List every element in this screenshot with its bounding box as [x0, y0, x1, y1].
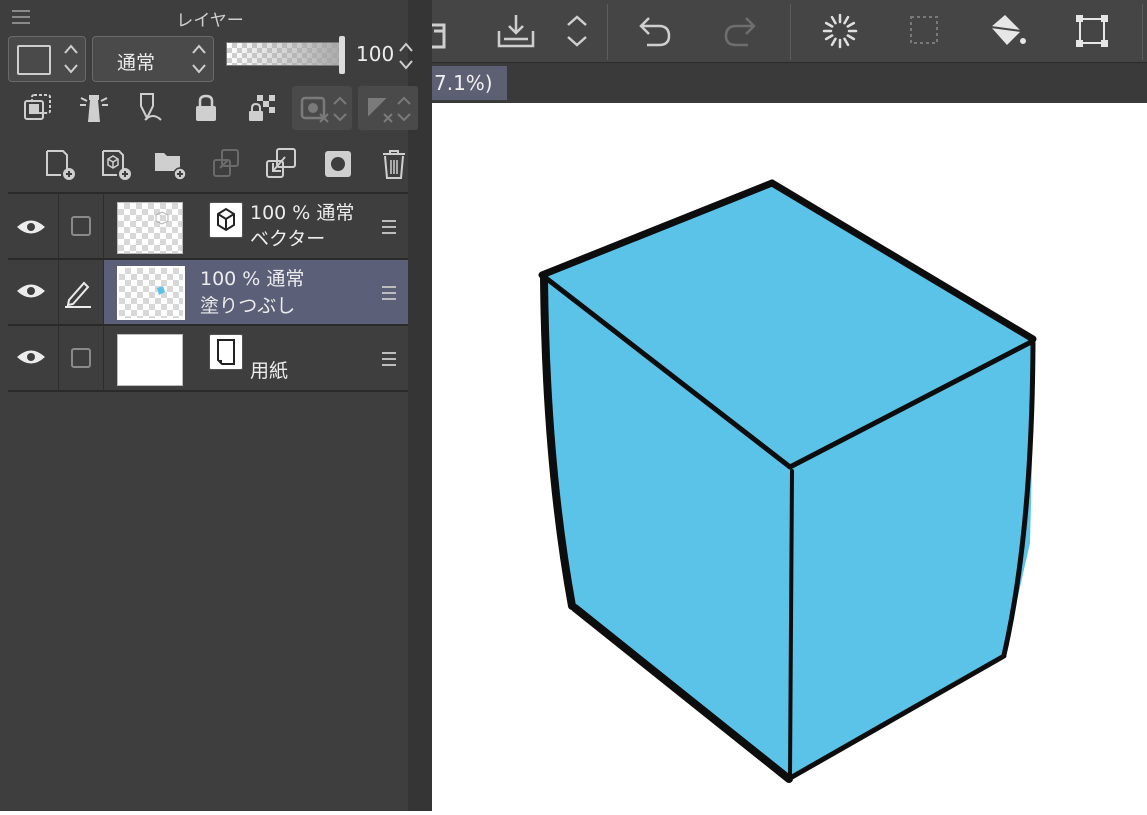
new-folder-icon[interactable] [148, 142, 192, 186]
layer-panel: レイヤー 通常 100 100 % 通常 ベクター 100 % 通常 塗りつぶし… [0, 0, 432, 811]
eye-icon[interactable] [16, 218, 46, 240]
set-as-draft-icon[interactable] [128, 86, 172, 130]
reference-layer-icon[interactable] [72, 86, 116, 130]
layer-row[interactable]: 用紙 [8, 326, 408, 390]
opacity-slider-handle[interactable] [339, 36, 345, 74]
stepper-icon [64, 44, 78, 74]
save-to-device-icon[interactable] [428, 8, 458, 54]
panel-title: レイヤー [176, 11, 244, 31]
loading-icon[interactable] [817, 8, 863, 54]
lock-transparent-pixels-icon[interactable] [240, 86, 284, 130]
layer-thumbnail [117, 202, 183, 254]
opacity-slider[interactable] [226, 42, 344, 66]
ruler-toggle [358, 86, 418, 130]
opacity-stepper-icon[interactable] [398, 41, 414, 71]
layer-name: ベクター [250, 228, 326, 250]
stepper-icon [192, 44, 206, 74]
new-vector-layer-icon[interactable] [94, 142, 138, 186]
redo-icon [717, 8, 763, 54]
canvas-tab[interactable]: 7.1%) [432, 66, 507, 100]
new-raster-layer-icon[interactable] [38, 142, 82, 186]
ruler-icon [367, 96, 411, 123]
export-icon[interactable] [493, 8, 539, 54]
layer-name: 塗りつぶし [200, 295, 296, 317]
merge-with-layer-below-icon[interactable] [260, 142, 304, 186]
eye-icon[interactable] [16, 282, 46, 304]
blend-mode-select[interactable]: 通常 [92, 36, 214, 82]
eye-icon[interactable] [16, 348, 46, 370]
layer-opacity-mode: 100 % 通常 [200, 268, 305, 290]
updown-icon[interactable] [554, 8, 600, 54]
paper-layer-type-icon [209, 334, 243, 370]
layer-color-swatch [17, 45, 51, 75]
layer-color-selector[interactable] [8, 36, 86, 82]
layer-menu-icon[interactable] [382, 286, 396, 300]
layer-menu-icon[interactable] [382, 352, 396, 366]
layer-row[interactable]: 100 % 通常 塗りつぶし [8, 260, 408, 324]
layer-thumbnail [117, 334, 183, 386]
cube-drawing [538, 179, 1037, 783]
create-layer-mask-icon[interactable] [316, 142, 360, 186]
layer-row[interactable]: 100 % 通常 ベクター [8, 194, 408, 258]
selection-icon [902, 8, 948, 54]
panel-header: レイヤー [0, 0, 420, 34]
delete-layer-icon[interactable] [372, 142, 416, 186]
main-toolbar [430, 0, 1147, 63]
vector-layer-type-icon [209, 202, 243, 238]
layer-thumbnail [117, 266, 185, 320]
transfer-to-lower-layer-icon [204, 142, 248, 186]
undo-icon[interactable] [632, 8, 678, 54]
transform-icon[interactable] [1069, 8, 1115, 54]
opacity-value[interactable]: 100 [356, 42, 394, 66]
pen-icon[interactable] [63, 278, 93, 312]
fill-bucket-icon[interactable] [984, 8, 1030, 54]
layer-name: 用紙 [250, 360, 289, 382]
mask-icon [300, 96, 347, 123]
drawing-canvas[interactable] [432, 103, 1147, 811]
layer-mask-toggle [292, 86, 352, 130]
layer-opacity-mode: 100 % 通常 [250, 202, 355, 224]
layer-menu-icon[interactable] [382, 220, 396, 234]
clip-to-layer-below-icon[interactable] [16, 86, 60, 130]
layer-checkbox[interactable] [71, 348, 91, 368]
lock-layer-icon[interactable] [184, 86, 228, 130]
blend-mode-label: 通常 [117, 52, 156, 74]
layer-checkbox[interactable] [71, 216, 91, 236]
canvas-tab-bar: 7.1%) [432, 63, 1147, 103]
